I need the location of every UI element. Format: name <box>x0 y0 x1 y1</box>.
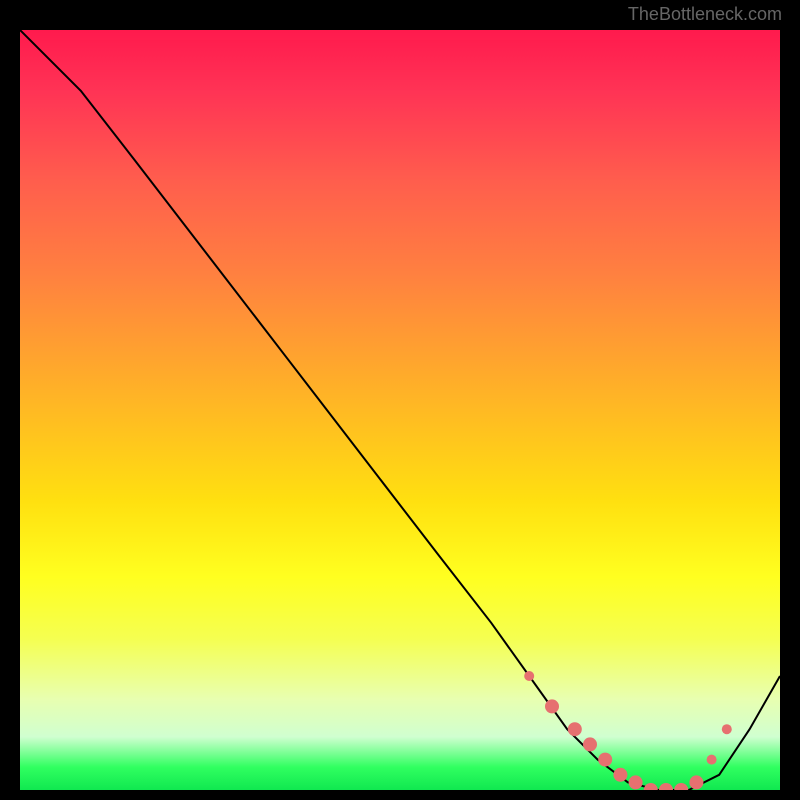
chart-marker <box>613 768 627 782</box>
chart-marker <box>659 783 673 790</box>
chart-plot-area <box>20 30 780 790</box>
chart-marker <box>568 722 582 736</box>
chart-marker <box>545 699 559 713</box>
watermark-text: TheBottleneck.com <box>628 4 782 25</box>
chart-marker <box>707 755 717 765</box>
chart-marker <box>598 753 612 767</box>
chart-marker <box>674 783 688 790</box>
chart-marker <box>689 775 703 789</box>
chart-marker <box>629 775 643 789</box>
chart-marker <box>524 671 534 681</box>
chart-marker <box>583 737 597 751</box>
chart-markers <box>524 671 732 790</box>
chart-svg <box>20 30 780 790</box>
chart-marker <box>722 724 732 734</box>
chart-marker <box>644 783 658 790</box>
chart-curve <box>20 30 780 790</box>
